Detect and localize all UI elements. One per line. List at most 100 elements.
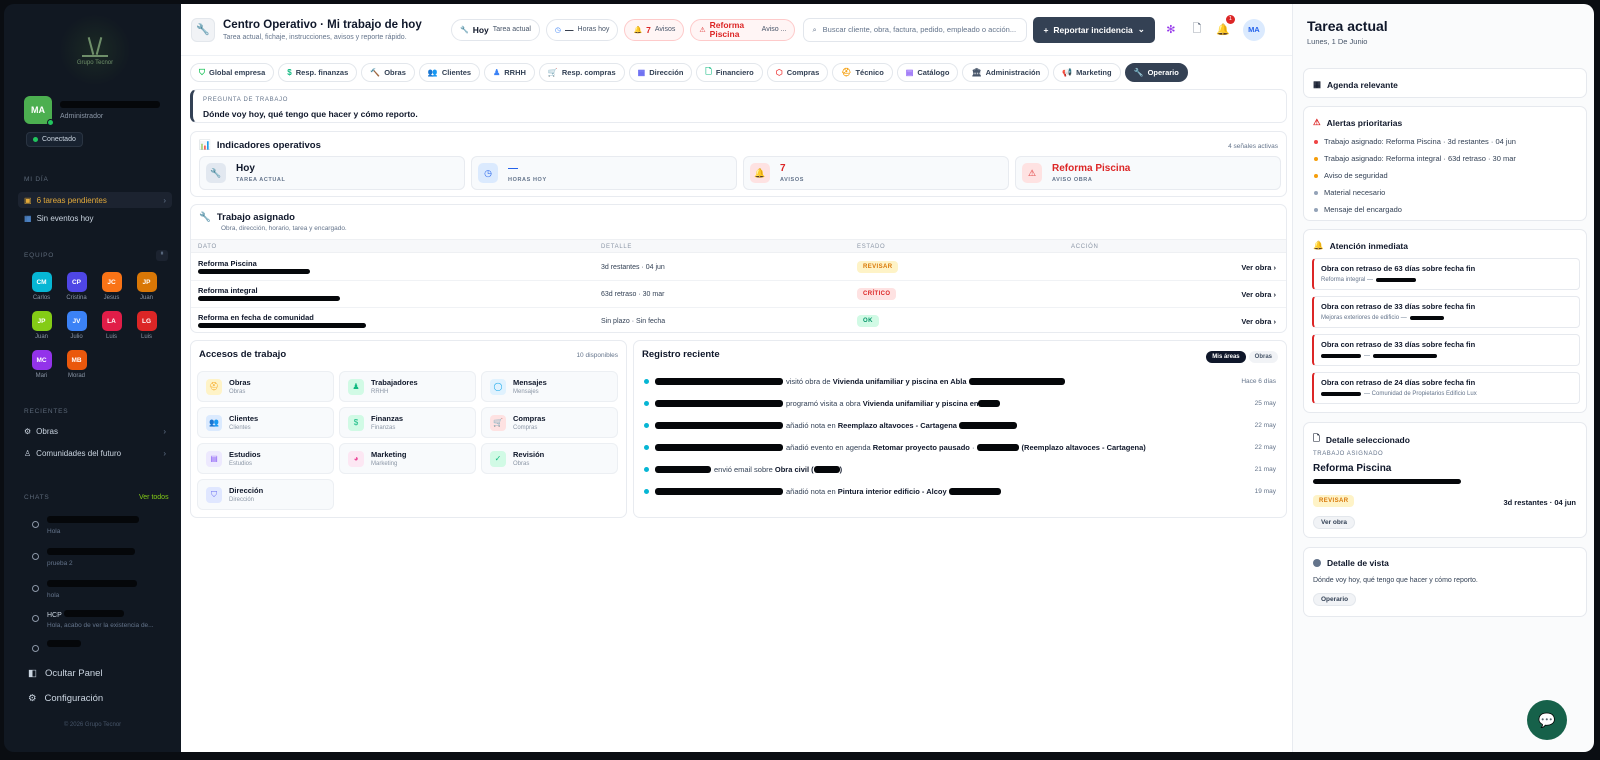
table-row[interactable]: Reforma Piscina 3d restantes · 04 jun RE…	[191, 254, 1286, 281]
team-member[interactable]: CM Carlos	[24, 272, 59, 301]
hide-panel-button[interactable]: ◧ Ocultar Panel	[28, 668, 103, 679]
tab-global-empresa[interactable]: ⛉ Global empresa	[190, 63, 275, 82]
alert-item[interactable]: Trabajo asignado: Reforma integral · 63d…	[1314, 154, 1516, 163]
tab-operario[interactable]: 🔧 Operario	[1124, 63, 1188, 82]
bell-icon[interactable]: 🔔 1	[1213, 14, 1235, 40]
chip-hours[interactable]: ◷ — Horas hoy	[545, 18, 619, 41]
kpi-alerts[interactable]: 🔔 7 AVISOS	[743, 156, 1009, 190]
recent-item-obras[interactable]: ⚙ Obras ›	[18, 423, 172, 439]
tab-tecnico[interactable]: ⛑ Técnico	[832, 63, 893, 82]
search-input[interactable]: ⌕ Buscar cliente, obra, factura, pedido, …	[803, 17, 1028, 42]
view-tag[interactable]: Operario	[1313, 593, 1357, 606]
view-work-link[interactable]: Ver obra ›	[1241, 263, 1276, 272]
chat-item[interactable]: prueba 2	[32, 548, 135, 567]
access-tile-trabajadores[interactable]: ♟ Trabajadores RRHH	[339, 371, 476, 402]
access-tile-obras[interactable]: ⛑ Obras Obras	[197, 371, 334, 402]
team-member[interactable]: LA Luis	[94, 311, 129, 340]
warning-icon: ⚠	[699, 26, 706, 34]
kpi-work-alert[interactable]: ⚠ Reforma Piscina AVISO OBRA	[1015, 156, 1281, 190]
log-entry[interactable]: añadió nota en Reemplazo altavoces - Car…	[644, 414, 1276, 436]
attention-item[interactable]: Obra con retraso de 63 días sobre fecha …	[1312, 258, 1580, 290]
chat-status-icon	[32, 585, 39, 592]
document-icon[interactable]: 🗋	[1187, 20, 1207, 40]
view-work-button[interactable]: Ver obra	[1313, 516, 1356, 529]
chat-item[interactable]: hola	[32, 580, 137, 599]
view-work-link[interactable]: Ver obra ›	[1241, 317, 1276, 326]
chat-status-icon	[32, 645, 39, 652]
tab-obras[interactable]: 🔨 Obras	[361, 63, 415, 82]
alert-item[interactable]: Material necesario	[1314, 188, 1385, 197]
logo-mark-icon	[82, 35, 108, 57]
team-member[interactable]: CP Cristina	[59, 272, 94, 301]
tab-direccion[interactable]: ▦ Dirección	[628, 63, 693, 82]
access-tile-clientes[interactable]: 👥 Clientes Clientes	[197, 407, 334, 438]
team-member[interactable]: MB Morad	[59, 350, 94, 379]
team-member[interactable]: JC Jesus	[94, 272, 129, 301]
team-member[interactable]: JV Julio	[59, 311, 94, 340]
header-avatar[interactable]: MA	[1242, 18, 1265, 41]
tab-catalogo[interactable]: ▤ Catálogo	[896, 63, 959, 82]
team-member[interactable]: LG Luis	[129, 311, 164, 340]
alert-item[interactable]: Trabajo asignado: Reforma Piscina · 3d r…	[1314, 137, 1516, 146]
tab-financiero[interactable]: 🗋 Financiero	[696, 63, 763, 82]
settings-button[interactable]: ⚙ Configuración	[28, 693, 103, 704]
see-all-chats-link[interactable]: Ver todos	[139, 494, 169, 501]
team-member[interactable]: JP Juan	[129, 272, 164, 301]
table-row[interactable]: Reforma en fecha de comunidad Sin plazo …	[191, 308, 1286, 335]
access-title: Accesos de trabajo	[199, 349, 287, 360]
view-work-link[interactable]: Ver obra ›	[1241, 290, 1276, 299]
company-logo[interactable]: Grupo Tecnor	[59, 14, 131, 86]
kpi-current-task[interactable]: 🔧 Hoy TAREA ACTUAL	[199, 156, 465, 190]
tab-compras[interactable]: ⬡ Compras	[766, 63, 829, 82]
agenda-card[interactable]: ▦ Agenda relevante	[1303, 68, 1587, 98]
chip-alerts[interactable]: 🔔 7 Avisos	[624, 18, 685, 41]
log-entry[interactable]: envió email sobre Obra civil () 21 may	[644, 458, 1276, 480]
access-tile-estudios[interactable]: ▤ Estudios Estudios	[197, 443, 334, 474]
status-pill[interactable]: Conectado	[26, 132, 83, 147]
alert-item[interactable]: Mensaje del encargado	[1314, 205, 1402, 214]
kpi-hours[interactable]: ◷ — HORAS HOY	[471, 156, 737, 190]
tab-clientes[interactable]: 👥 Clientes	[418, 63, 481, 82]
log-entry[interactable]: visitó obra de Vivienda unifamiliar y pi…	[644, 370, 1276, 392]
pause-icon[interactable]: ⏸	[156, 250, 168, 261]
sparkle-icon[interactable]: ✻	[1161, 20, 1181, 40]
pending-tasks-item[interactable]: ▣ 6 tareas pendientes ›	[18, 192, 172, 208]
tab-rrhh[interactable]: ♟ RRHH	[484, 63, 535, 82]
access-tile-finanzas[interactable]: $ Finanzas Finanzas	[339, 407, 476, 438]
access-tile-compras[interactable]: 🛒 Compras Compras	[481, 407, 618, 438]
chat-fab-button[interactable]: 💬	[1527, 700, 1567, 740]
team-member[interactable]: JP Juan	[24, 311, 59, 340]
access-tile-direccion[interactable]: ⛉ Dirección Dirección	[197, 479, 334, 510]
right-panel-date: Lunes, 1 De Junio	[1307, 37, 1368, 46]
log-entry[interactable]: añadió nota en Pintura interior edificio…	[644, 480, 1276, 502]
hammer-icon: 🔨	[370, 68, 381, 77]
chat-item[interactable]	[32, 640, 81, 652]
tab-marketing[interactable]: 📢 Marketing	[1053, 63, 1121, 82]
recent-item-comunidades[interactable]: ♙ Comunidades del futuro ›	[18, 445, 172, 461]
tab-resp-finanzas[interactable]: $ Resp. finanzas	[278, 63, 358, 82]
access-tile-revision[interactable]: ✓ Revisión Obras	[481, 443, 618, 474]
chat-item[interactable]: HCP Hola, acabo de ver la existencia de.…	[32, 610, 154, 629]
gear-icon: ⚙	[24, 426, 32, 436]
chat-item[interactable]: Hola	[32, 516, 139, 535]
attention-item[interactable]: Obra con retraso de 33 días sobre fecha …	[1312, 296, 1580, 328]
team-member[interactable]: MC Mari	[24, 350, 59, 379]
megaphone-icon: 📢	[1062, 68, 1073, 77]
log-entry[interactable]: programó visita a obra Vivienda unifamil…	[644, 392, 1276, 414]
log-entry[interactable]: añadió evento en agenda Retomar proyecto…	[644, 436, 1276, 458]
tab-resp-compras[interactable]: 🛒 Resp. compras	[538, 63, 625, 82]
alert-item[interactable]: Aviso de seguridad	[1314, 171, 1388, 180]
filter-obras[interactable]: Obras	[1248, 351, 1278, 363]
table-row[interactable]: Reforma integral 63d retraso · 30 mar CR…	[191, 281, 1286, 308]
report-incident-button[interactable]: + Reportar incidencia ⌄	[1033, 16, 1155, 43]
access-tile-marketing[interactable]: ◕ Marketing Marketing	[339, 443, 476, 474]
attention-item[interactable]: Obra con retraso de 24 días sobre fecha …	[1312, 372, 1580, 404]
user-profile[interactable]: MA Administrador	[24, 96, 160, 126]
filter-my-areas[interactable]: Mis áreas	[1206, 351, 1246, 363]
chip-work-alert[interactable]: ⚠ Reforma Piscina Aviso ...	[690, 18, 796, 41]
chip-today[interactable]: 🔧 Hoy Tarea actual	[451, 18, 540, 41]
events-item[interactable]: ▦ Sin eventos hoy	[18, 210, 172, 226]
attention-item[interactable]: Obra con retraso de 33 días sobre fecha …	[1312, 334, 1580, 366]
access-tile-mensajes[interactable]: ◯ Mensajes Mensajes	[481, 371, 618, 402]
tab-administracion[interactable]: 🏛 Administración	[962, 63, 1050, 82]
